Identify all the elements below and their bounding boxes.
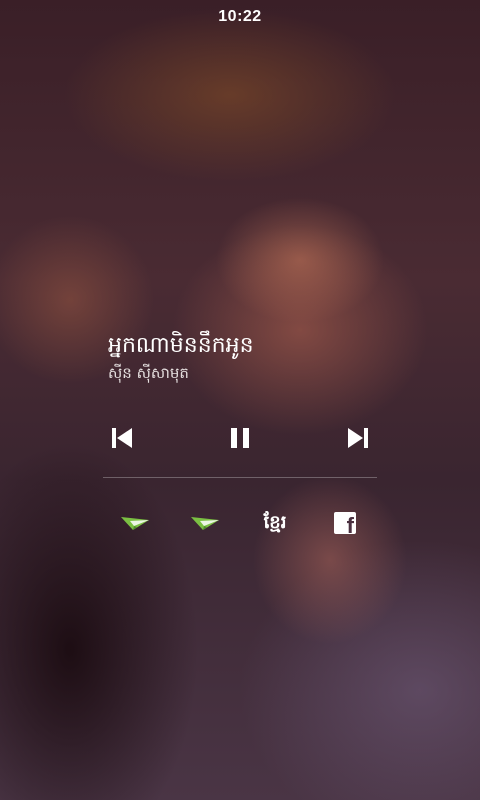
skip-next-icon: [348, 428, 368, 448]
facebook-icon: f: [334, 512, 356, 534]
status-clock: 10:22: [218, 8, 262, 25]
status-bar: 10:22: [0, 0, 480, 34]
action-bar: ខ្មែរ f: [108, 506, 368, 540]
player-screen: 10:22 អ្នកណាមិននឹកអូន ស៊ីន ស៊ីសាមុត ខ្មែ…: [0, 0, 480, 800]
pause-icon: [231, 428, 249, 448]
pause-button[interactable]: [222, 420, 258, 456]
share-button-two[interactable]: [188, 506, 222, 540]
playback-controls: [100, 420, 380, 456]
track-title: អ្នកណាមិននឹកអូន: [108, 333, 254, 358]
share-button-one[interactable]: [118, 506, 152, 540]
skip-previous-icon: [112, 428, 132, 448]
previous-button[interactable]: [104, 420, 140, 456]
paper-plane-icon: [121, 517, 149, 530]
track-artist: ស៊ីន ស៊ីសាមុត: [108, 364, 189, 382]
facebook-button[interactable]: f: [328, 506, 362, 540]
khmer-language-button[interactable]: ខ្មែរ: [258, 506, 292, 540]
next-button[interactable]: [340, 420, 376, 456]
track-info: អ្នកណាមិននឹកអូន ស៊ីន ស៊ីសាមុត: [108, 330, 408, 384]
paper-plane-icon: [191, 517, 219, 530]
facebook-letter: f: [346, 513, 354, 535]
controls-divider: [103, 477, 377, 478]
